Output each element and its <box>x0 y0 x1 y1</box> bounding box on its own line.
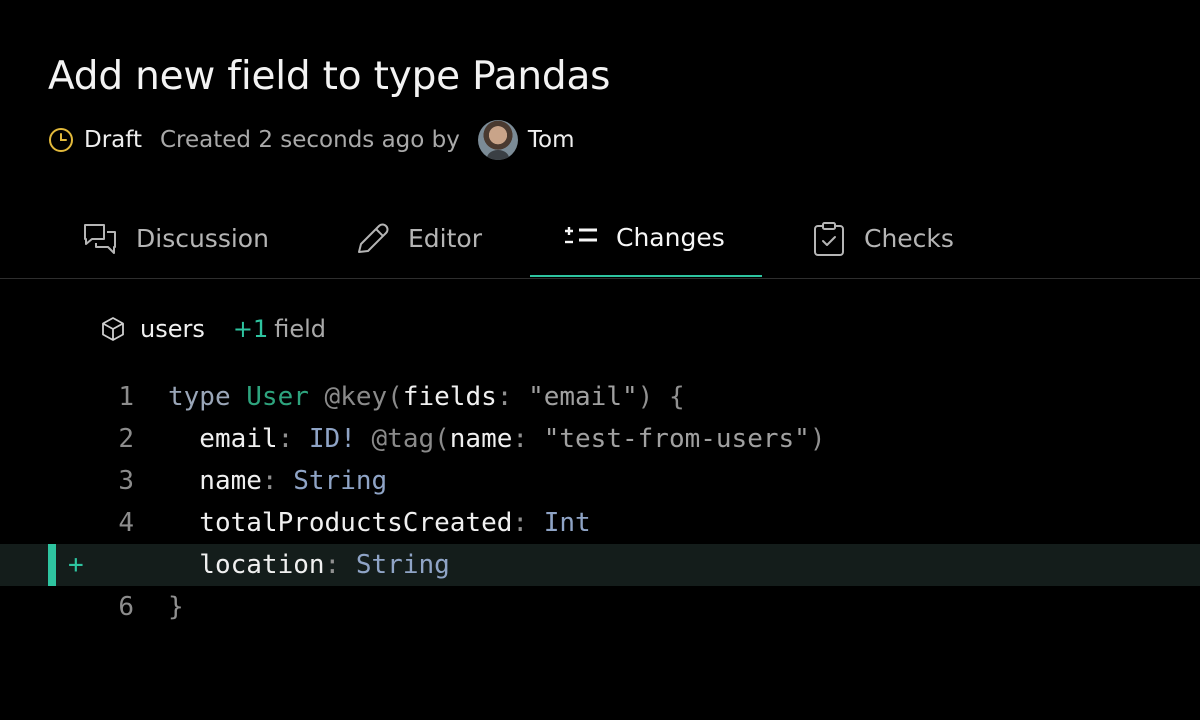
code-token: ID! <box>308 424 356 454</box>
code-line-added: + location: String <box>0 544 1200 586</box>
code-diff-view: 1 type User @key(fields: "email") {2 emai… <box>0 376 1200 628</box>
tab-label: Editor <box>408 224 482 253</box>
line-number: 1 <box>118 382 134 412</box>
code-token: totalProductsCreated <box>168 508 513 538</box>
line-number: 4 <box>118 508 134 538</box>
pr-meta: Draft Created 2 seconds ago by Tom <box>48 120 575 160</box>
tab-checks[interactable]: Checks <box>812 200 954 277</box>
code-token: : <box>277 424 309 454</box>
code-token: fields <box>402 382 497 412</box>
code-line: 1 type User @key(fields: "email") { <box>0 376 1200 418</box>
code-token: : <box>261 466 294 496</box>
author-name[interactable]: Tom <box>528 127 575 153</box>
code-token: : <box>496 382 529 412</box>
code-token: ) { <box>637 382 685 412</box>
tab-bar: Discussion Editor Changes Checks <box>0 200 1200 279</box>
diff-file-header[interactable]: users +1 field <box>100 312 326 346</box>
code-token: String <box>355 550 450 580</box>
change-suffix: field <box>274 315 327 343</box>
code-token: } <box>168 592 184 622</box>
code-token: : <box>324 550 356 580</box>
code-text: totalProductsCreated: Int <box>168 502 591 544</box>
change-count: +1 <box>232 315 269 343</box>
tab-label: Changes <box>616 223 725 252</box>
line-number: 3 <box>118 466 134 496</box>
code-token: ) <box>809 424 826 454</box>
clock-icon <box>49 128 73 152</box>
code-text: location: String <box>168 544 450 586</box>
pencil-icon <box>358 223 389 253</box>
code-token: location <box>168 550 325 580</box>
file-name: users <box>140 315 205 343</box>
code-token: Int <box>543 508 591 538</box>
code-token: User <box>246 382 309 412</box>
code-token: name <box>168 466 262 496</box>
page-title: Add new field to type Pandas <box>48 54 611 99</box>
code-token: "email" <box>528 382 638 412</box>
line-number: 2 <box>118 424 134 454</box>
code-token: "test-from-users" <box>543 424 810 454</box>
code-token: @tag( <box>355 424 450 454</box>
code-line: 2 email: ID! @tag(name: "test-from-users… <box>0 418 1200 460</box>
avatar[interactable] <box>477 120 518 160</box>
code-token: String <box>293 466 388 496</box>
code-text: } <box>168 586 184 628</box>
line-number: 6 <box>118 592 134 622</box>
tab-discussion[interactable]: Discussion <box>82 200 269 277</box>
code-token: type <box>168 382 247 412</box>
tab-label: Discussion <box>136 224 269 253</box>
code-text: type User @key(fields: "email") { <box>168 376 685 418</box>
code-token: : <box>512 424 544 454</box>
code-token: email <box>168 424 278 454</box>
code-token: name <box>449 424 513 454</box>
code-token: : <box>512 508 544 538</box>
added-marker: + <box>68 550 84 580</box>
cube-icon <box>102 317 124 341</box>
code-text: email: ID! @tag(name: "test-from-users") <box>168 418 825 460</box>
created-text: Created 2 seconds ago by <box>159 127 460 153</box>
tab-label: Checks <box>864 224 954 253</box>
clipboard-check-icon <box>814 221 844 256</box>
status-badge: Draft <box>84 127 142 153</box>
tab-editor[interactable]: Editor <box>354 200 482 277</box>
code-text: name: String <box>168 460 387 502</box>
code-token: @key( <box>308 382 403 412</box>
code-line: 3 name: String <box>0 460 1200 502</box>
chat-bubbles-icon <box>84 223 116 254</box>
diff-list-icon <box>565 226 597 243</box>
code-line: 4 totalProductsCreated: Int <box>0 502 1200 544</box>
code-line: 6} <box>0 586 1200 628</box>
tab-changes[interactable]: Changes <box>530 200 762 277</box>
